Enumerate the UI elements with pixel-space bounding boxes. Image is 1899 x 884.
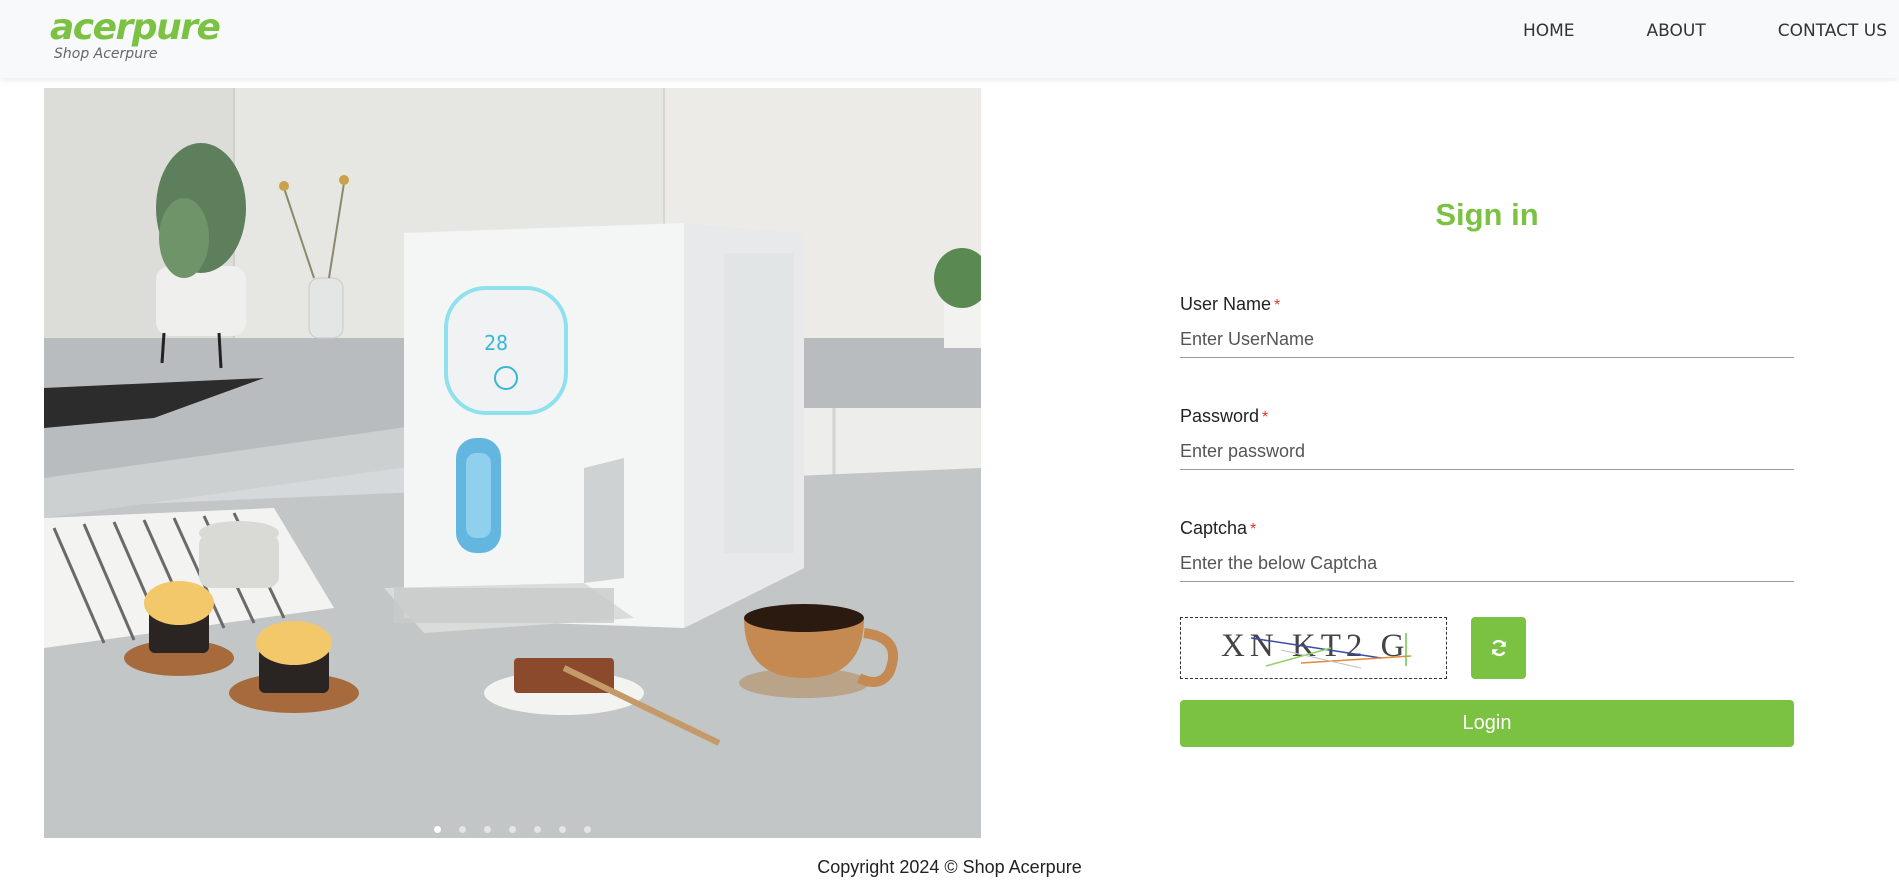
- logo-tagline: Shop Acerpure: [54, 46, 158, 62]
- footer-copyright: Copyright 2024 © Shop Acerpure: [817, 857, 1082, 877]
- captcha-noise-lines: [1250, 633, 1412, 669]
- carousel-indicators: [44, 826, 981, 838]
- carousel-dot-4[interactable]: [509, 826, 516, 833]
- hero-product-image: 28: [44, 88, 981, 838]
- required-marker: *: [1274, 297, 1281, 314]
- captcha-field-group: Captcha *: [1180, 517, 1794, 629]
- required-marker: *: [1250, 521, 1257, 538]
- password-field-group: Password *: [1180, 405, 1794, 517]
- password-input[interactable]: [1180, 434, 1794, 470]
- captcha-input[interactable]: [1180, 546, 1794, 582]
- carousel-dot-3[interactable]: [484, 826, 491, 833]
- captcha-row: XN KT2 G: [1180, 617, 1794, 679]
- refresh-icon: [1491, 639, 1506, 657]
- captcha-image: XN KT2 G: [1180, 617, 1447, 679]
- water-dispenser-illustration: 28: [384, 223, 804, 633]
- carousel-dot-7[interactable]: [584, 826, 591, 833]
- top-navbar: acerpure Shop Acerpure HOME ABOUT CONTAC…: [0, 0, 1899, 78]
- captcha-label: Captcha *: [1180, 518, 1257, 538]
- svg-text:28: 28: [484, 331, 508, 355]
- username-input[interactable]: [1180, 322, 1794, 358]
- nav-home-link[interactable]: HOME: [1495, 21, 1603, 41]
- nav-contact-link[interactable]: CONTACT US: [1750, 21, 1887, 41]
- captcha-refresh-button[interactable]: [1471, 617, 1526, 679]
- nav-menu: HOME ABOUT CONTACT US: [1495, 0, 1899, 62]
- carousel-dot-2[interactable]: [459, 826, 466, 833]
- brand-logo[interactable]: acerpure Shop Acerpure: [50, 7, 221, 63]
- username-label: User Name *: [1180, 294, 1281, 314]
- required-marker: *: [1262, 409, 1269, 426]
- password-label: Password *: [1180, 406, 1269, 426]
- signin-form: Sign in User Name* Password* Captcha* XN…: [1180, 195, 1794, 747]
- signin-title: Sign in: [1435, 197, 1539, 232]
- hero-carousel[interactable]: 28: [44, 88, 981, 838]
- carousel-dot-1[interactable]: [434, 826, 441, 833]
- carousel-dot-5[interactable]: [534, 826, 541, 833]
- nav-about-link[interactable]: ABOUT: [1619, 21, 1734, 41]
- carousel-dot-6[interactable]: [559, 826, 566, 833]
- login-button[interactable]: Login: [1180, 700, 1794, 747]
- username-field-group: User Name *: [1180, 293, 1794, 405]
- logo-wordmark: acerpure: [50, 7, 221, 48]
